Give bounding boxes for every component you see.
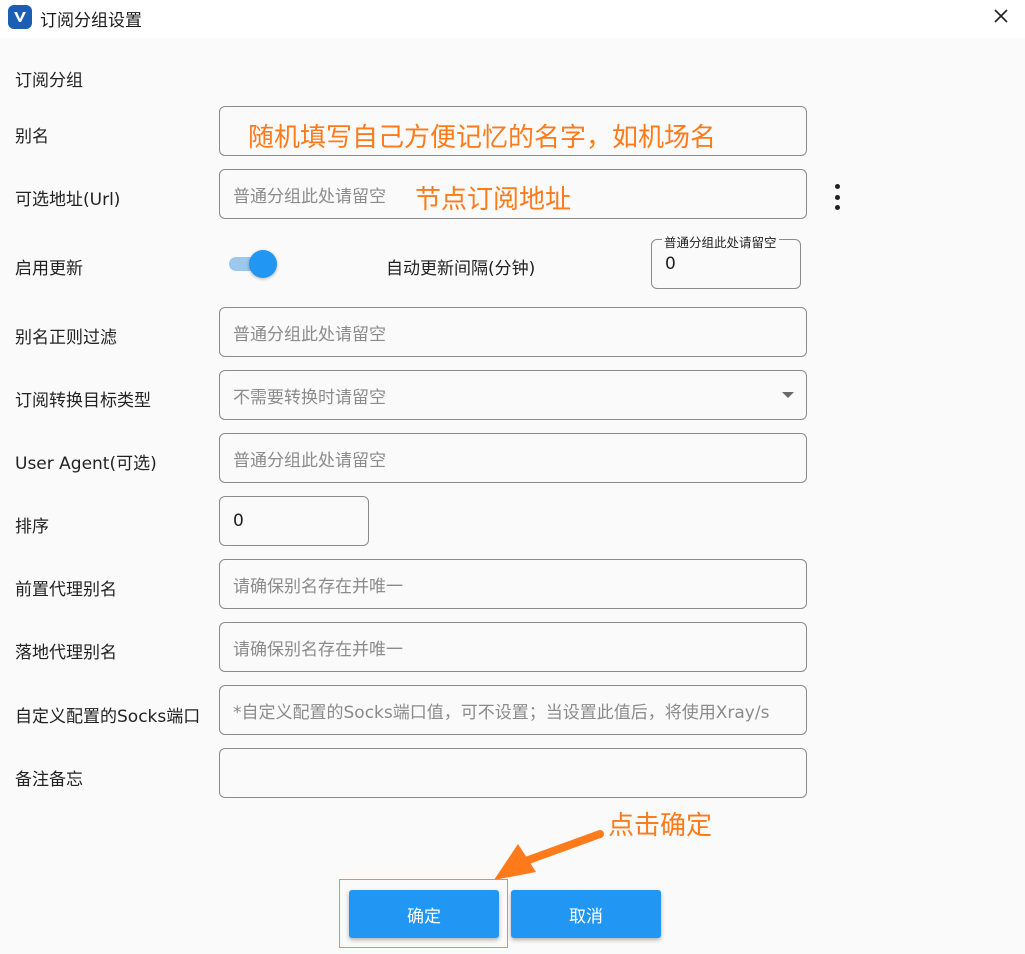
auto-update-interval-label: 自动更新间隔(分钟) [386,259,536,279]
next-proxy-label: 落地代理别名 [15,643,117,663]
window-title: 订阅分组设置 [40,11,142,31]
more-options-icon[interactable] [829,182,845,212]
user-agent-label: User Agent(可选) [15,454,157,474]
url-label: 可选地址(Url) [15,190,121,210]
alias-hint-annotation: 随机填写自己方便记忆的名字，如机场名 [248,123,717,153]
alias-label: 别名 [15,127,49,147]
alias-filter-label: 别名正则过滤 [15,328,117,348]
dropdown-arrow-icon [782,392,794,398]
user-agent-input[interactable]: 普通分组此处请留空 [219,433,807,483]
close-icon [994,9,1008,23]
annotation-arrow-icon [494,830,604,880]
close-button[interactable] [984,0,1018,32]
click-ok-annotation: 点击确定 [608,811,713,841]
ok-button[interactable]: 确定 [349,890,499,938]
memo-label: 备注备忘 [15,770,83,790]
prev-proxy-input[interactable]: 请确保别名存在并唯一 [219,559,807,609]
socks-port-placeholder: *自定义配置的Socks端口值，可不设置；当设置此值后，将使用Xray/s [233,702,770,723]
prev-proxy-label: 前置代理别名 [15,580,117,600]
sort-label: 排序 [15,517,49,537]
socks-port-label: 自定义配置的Socks端口 [15,707,201,727]
toggle-thumb [249,250,277,278]
memo-input[interactable] [219,748,807,798]
enable-update-toggle[interactable] [229,249,277,279]
url-placeholder: 普通分组此处请留空 [233,186,386,207]
enable-update-label: 启用更新 [15,259,83,279]
dialog-content: 订阅分组 别名 随机填写自己方便记忆的名字，如机场名 可选地址(Url) 普通分… [0,38,1025,954]
section-title: 订阅分组 [15,71,83,91]
next-proxy-input[interactable]: 请确保别名存在并唯一 [219,622,807,672]
alias-filter-placeholder: 普通分组此处请留空 [233,324,386,345]
user-agent-placeholder: 普通分组此处请留空 [233,450,386,471]
convert-target-placeholder: 不需要转换时请留空 [233,387,386,408]
cancel-button[interactable]: 取消 [511,890,661,938]
socks-port-input[interactable]: *自定义配置的Socks端口值，可不设置；当设置此值后，将使用Xray/s [219,685,807,735]
url-hint-annotation: 节点订阅地址 [415,185,572,215]
auto-update-interval-floating-label: 普通分组此处请留空 [662,232,779,251]
v-logo-icon [14,12,26,22]
title-bar: 订阅分组设置 [0,0,1025,34]
auto-update-interval-value: 0 [665,254,676,274]
app-logo-icon [8,5,32,29]
sort-value: 0 [233,511,244,531]
convert-target-select[interactable]: 不需要转换时请留空 [219,370,807,420]
convert-target-label: 订阅转换目标类型 [15,391,151,411]
sort-input[interactable]: 0 [219,496,369,546]
prev-proxy-placeholder: 请确保别名存在并唯一 [233,576,403,597]
alias-filter-input[interactable]: 普通分组此处请留空 [219,307,807,357]
next-proxy-placeholder: 请确保别名存在并唯一 [233,639,403,660]
